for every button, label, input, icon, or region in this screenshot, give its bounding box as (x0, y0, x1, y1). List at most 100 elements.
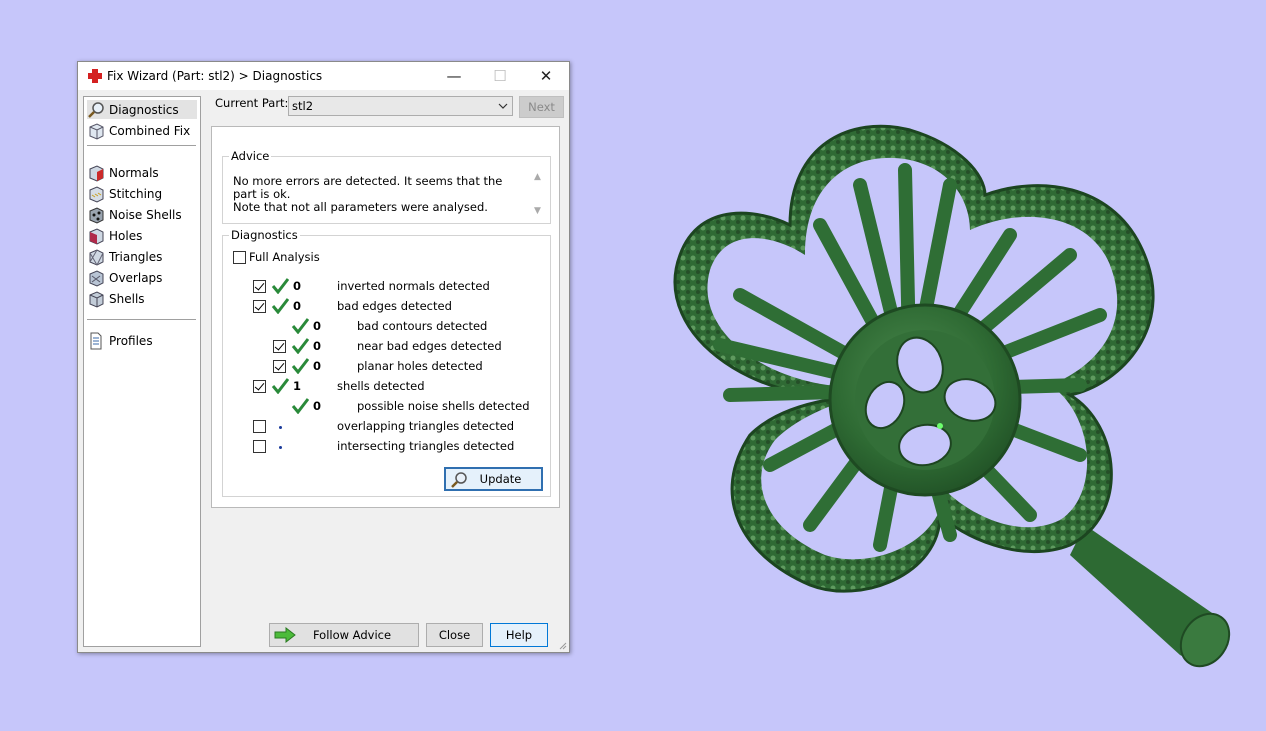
inverted-normals-count: 0 (293, 279, 302, 293)
fix-wizard-dialog: Fix Wizard (Part: stl2) > Diagnostics — … (77, 61, 570, 653)
nav-item-label: Noise Shells (109, 207, 182, 222)
bad-contours-label: bad contours detected (357, 319, 488, 333)
nav-item-label: Combined Fix (109, 123, 191, 138)
bad-edges-count: 0 (293, 299, 302, 313)
noise-shells-label: possible noise shells detected (357, 399, 530, 413)
near-bad-edges-label: near bad edges detected (357, 339, 502, 353)
help-button[interactable]: Help (490, 623, 548, 647)
green-check-icon (271, 378, 289, 394)
nav-item-combined-fix[interactable]: Combined Fix (87, 121, 197, 140)
nav-item-overlaps[interactable]: Overlaps (87, 268, 197, 287)
not-analysed-dot-icon (279, 446, 282, 449)
intersecting-triangles-checkbox[interactable] (253, 440, 266, 453)
diagnostics-panel: Advice No more errors are detected. It s… (211, 126, 560, 508)
near-bad-edges-checkbox[interactable] (273, 340, 286, 353)
nav-divider (87, 145, 196, 146)
advice-scrollbar[interactable]: ▲ ▼ (530, 170, 546, 218)
nav-item-triangles[interactable]: Triangles (87, 247, 197, 266)
cube-icon (87, 122, 105, 140)
diagnostics-group: Diagnostics Full Analysis 0 inverted nor… (222, 228, 551, 497)
minimize-button[interactable]: — (431, 62, 477, 90)
advice-text-line: Note that not all parameters were analys… (233, 200, 488, 214)
advice-group-title: Advice (229, 149, 272, 163)
nav-item-label: Normals (109, 165, 159, 180)
planar-holes-checkbox[interactable] (273, 360, 286, 373)
green-check-icon (271, 278, 289, 294)
close-button[interactable]: Close (426, 623, 483, 647)
green-check-icon (291, 358, 309, 374)
nav-item-label: Stitching (109, 186, 163, 201)
bad-edges-checkbox[interactable] (253, 300, 266, 313)
follow-advice-label: Follow Advice (312, 628, 392, 642)
green-check-icon (291, 318, 309, 334)
close-window-button[interactable]: ✕ (523, 62, 569, 90)
update-button-label: Update (479, 472, 522, 486)
green-check-icon (271, 298, 289, 314)
nav-item-label: Triangles (109, 249, 163, 264)
update-button[interactable]: Update (444, 467, 543, 491)
nav-item-profiles[interactable]: Profiles (87, 331, 197, 350)
normals-cube-icon (87, 164, 105, 182)
planar-holes-count: 0 (313, 359, 322, 373)
overlapping-triangles-checkbox[interactable] (253, 420, 266, 433)
shamrock-3d-model (673, 124, 1231, 668)
nav-divider (87, 319, 196, 320)
resize-grip-icon[interactable] (557, 640, 567, 650)
app-red-cross-icon (88, 69, 102, 83)
scroll-up-icon[interactable]: ▲ (534, 172, 541, 182)
green-arrow-icon (274, 627, 296, 643)
full-analysis-label: Full Analysis (249, 250, 320, 264)
nav-item-stitching[interactable]: Stitching (87, 184, 197, 203)
nav-item-noise-shells[interactable]: Noise Shells (87, 205, 197, 224)
follow-advice-button[interactable]: Follow Advice (269, 623, 419, 647)
near-bad-edges-count: 0 (313, 339, 322, 353)
current-part-label: Current Part: (215, 96, 289, 110)
advice-text-line: No more errors are detected. It seems th… (233, 174, 503, 201)
planar-holes-label: planar holes detected (357, 359, 483, 373)
overlaps-cube-icon (87, 269, 105, 287)
inverted-normals-label: inverted normals detected (337, 279, 490, 293)
inverted-normals-checkbox[interactable] (253, 280, 266, 293)
nav-item-label: Holes (109, 228, 143, 243)
holes-cube-icon (87, 227, 105, 245)
advice-text: No more errors are detected. It seems th… (233, 175, 523, 214)
overlapping-triangles-label: overlapping triangles detected (337, 419, 515, 433)
bad-edges-label: bad edges detected (337, 299, 452, 313)
shells-count: 1 (293, 379, 302, 393)
magnifier-icon (451, 472, 467, 488)
nav-item-label: Profiles (109, 333, 153, 348)
wizard-nav: Diagnostics Combined Fix Normals Stitchi… (83, 96, 201, 647)
diagnostics-group-title: Diagnostics (229, 228, 300, 242)
current-part-value: stl2 (292, 99, 314, 113)
nav-item-shells[interactable]: Shells (87, 289, 197, 308)
current-part-select[interactable]: stl2 (288, 96, 513, 116)
noise-shells-count: 0 (313, 399, 322, 413)
nav-item-diagnostics[interactable]: Diagnostics (87, 100, 197, 119)
shells-checkbox[interactable] (253, 380, 266, 393)
bad-contours-count: 0 (313, 319, 322, 333)
intersecting-triangles-label: intersecting triangles detected (337, 439, 515, 453)
green-check-icon (291, 398, 309, 414)
title-bar[interactable]: Fix Wizard (Part: stl2) > Diagnostics — … (78, 62, 569, 90)
window-title: Fix Wizard (Part: stl2) > Diagnostics (107, 69, 323, 83)
scroll-down-icon[interactable]: ▼ (534, 206, 541, 216)
not-analysed-dot-icon (279, 426, 282, 429)
stitching-cube-icon (87, 185, 105, 203)
chevron-down-icon (498, 103, 508, 109)
advice-group: Advice No more errors are detected. It s… (222, 149, 551, 224)
shells-label: shells detected (337, 379, 425, 393)
document-icon (87, 332, 105, 350)
maximize-button[interactable]: ☐ (477, 62, 523, 90)
triangles-cube-icon (87, 248, 105, 266)
green-check-icon (291, 338, 309, 354)
full-analysis-checkbox[interactable] (233, 251, 246, 264)
nav-item-label: Overlaps (109, 270, 163, 285)
next-button[interactable]: Next (519, 96, 564, 118)
nav-item-holes[interactable]: Holes (87, 226, 197, 245)
magnifier-icon (87, 101, 105, 119)
nav-item-label: Shells (109, 291, 145, 306)
nav-item-label: Diagnostics (109, 102, 179, 117)
nav-item-normals[interactable]: Normals (87, 163, 197, 182)
shells-cube-icon (87, 290, 105, 308)
noise-shells-icon (87, 206, 105, 224)
